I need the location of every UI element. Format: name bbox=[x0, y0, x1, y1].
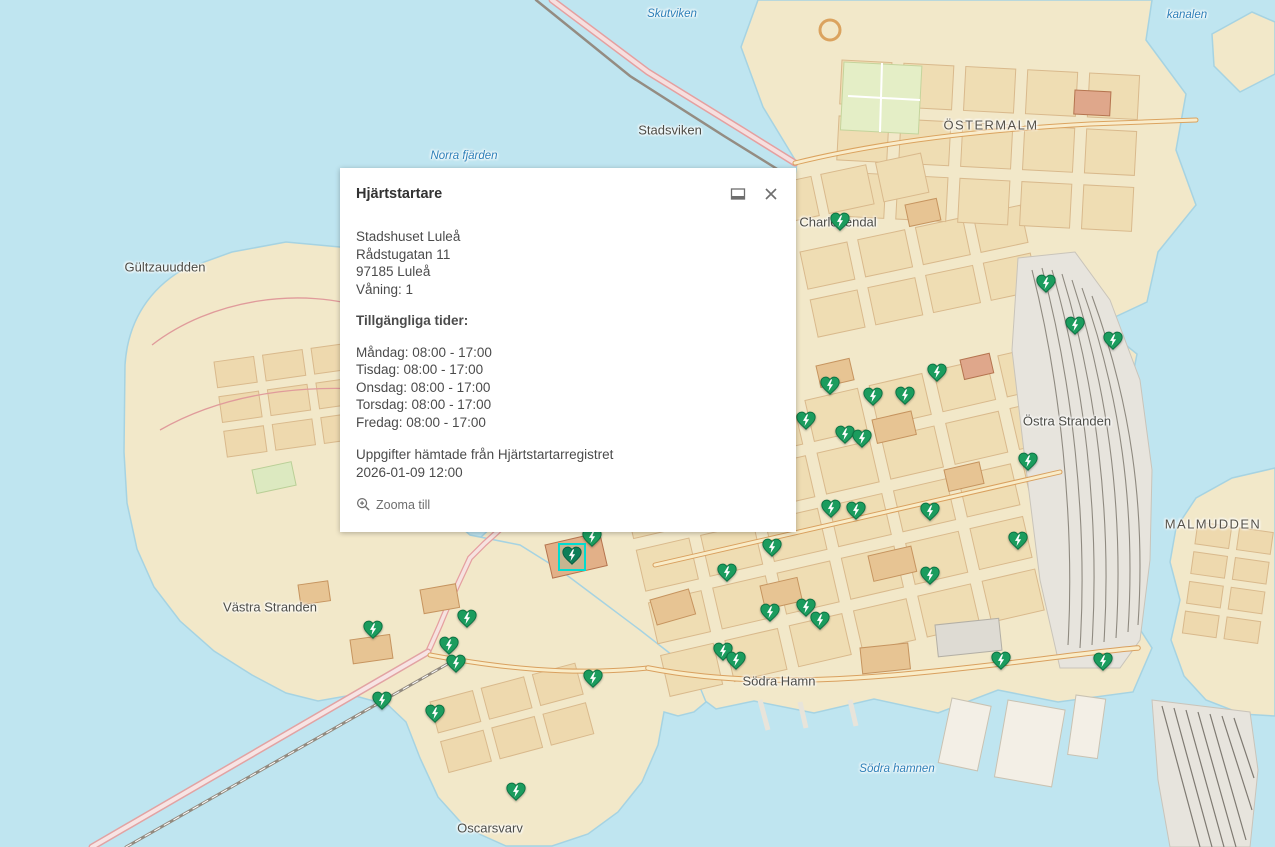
hours-line: Onsdag: 08:00 - 17:00 bbox=[356, 379, 780, 397]
heart-bolt-icon bbox=[1035, 273, 1057, 295]
popup-body: Stadshuset Luleå Rådstugatan 11 97185 Lu… bbox=[340, 210, 796, 481]
heart-bolt-icon bbox=[445, 653, 467, 675]
defibrillator-marker[interactable] bbox=[795, 410, 817, 432]
heart-bolt-icon bbox=[1007, 530, 1029, 552]
defibrillator-marker[interactable] bbox=[1064, 315, 1086, 337]
defibrillator-marker[interactable] bbox=[819, 375, 841, 397]
defibrillator-marker[interactable] bbox=[445, 653, 467, 675]
defibrillator-marker[interactable] bbox=[1102, 330, 1124, 352]
defibrillator-marker[interactable] bbox=[829, 211, 851, 233]
heart-bolt-icon bbox=[862, 386, 884, 408]
heart-bolt-icon bbox=[919, 565, 941, 587]
popup-hjartstartare: Hjärtstartare Stadshuset Luleå Råd bbox=[340, 168, 796, 532]
defibrillator-marker[interactable] bbox=[761, 537, 783, 559]
heart-bolt-icon bbox=[424, 703, 446, 725]
hours-line: Tisdag: 08:00 - 17:00 bbox=[356, 361, 780, 379]
defibrillator-marker[interactable] bbox=[919, 565, 941, 587]
defibrillator-marker[interactable] bbox=[1007, 530, 1029, 552]
defibrillator-marker[interactable] bbox=[759, 602, 781, 624]
hours-line: Måndag: 08:00 - 17:00 bbox=[356, 344, 780, 362]
heart-bolt-icon bbox=[456, 608, 478, 630]
popup-header: Hjärtstartare bbox=[340, 168, 796, 210]
map[interactable]: SkutvikenkanalenNorra fjärdenSödra hamne… bbox=[0, 0, 1275, 847]
heart-bolt-icon bbox=[845, 500, 867, 522]
heart-bolt-icon bbox=[725, 650, 747, 672]
defibrillator-marker[interactable] bbox=[851, 428, 873, 450]
heart-bolt-icon bbox=[819, 375, 841, 397]
defibrillator-marker[interactable] bbox=[1092, 651, 1114, 673]
defibrillator-marker[interactable] bbox=[820, 498, 842, 520]
heart-bolt-icon bbox=[919, 501, 941, 523]
heart-bolt-icon bbox=[795, 410, 817, 432]
heart-bolt-icon bbox=[894, 385, 916, 407]
defibrillator-marker[interactable] bbox=[371, 690, 393, 712]
hours-heading: Tillgängliga tider: bbox=[356, 312, 780, 330]
defibrillator-marker[interactable] bbox=[919, 501, 941, 523]
heart-bolt-icon bbox=[926, 362, 948, 384]
heart-bolt-icon bbox=[1064, 315, 1086, 337]
popup-title: Hjärtstartare bbox=[356, 186, 442, 202]
heart-bolt-icon bbox=[505, 781, 527, 803]
defibrillator-marker[interactable] bbox=[862, 386, 884, 408]
heart-bolt-icon bbox=[371, 690, 393, 712]
heart-bolt-icon bbox=[716, 562, 738, 584]
defibrillator-marker[interactable] bbox=[894, 385, 916, 407]
heart-bolt-icon bbox=[362, 619, 384, 641]
zoom-to-label: Zooma till bbox=[376, 498, 430, 512]
dock-icon[interactable] bbox=[726, 182, 750, 206]
defibrillator-marker[interactable] bbox=[1017, 451, 1039, 473]
hours-block: Måndag: 08:00 - 17:00 Tisdag: 08:00 - 17… bbox=[356, 344, 780, 432]
source-block: Uppgifter hämtade från Hjärtstartarregis… bbox=[356, 446, 780, 481]
heart-bolt-icon bbox=[561, 545, 583, 567]
defibrillator-marker[interactable] bbox=[809, 610, 831, 632]
zoom-to-button[interactable]: Zooma till bbox=[356, 497, 430, 512]
defibrillator-marker[interactable] bbox=[362, 619, 384, 641]
popup-footer: Zooma till bbox=[340, 481, 796, 526]
heart-bolt-icon bbox=[990, 650, 1012, 672]
magnifier-plus-icon bbox=[356, 497, 371, 512]
defibrillator-marker[interactable] bbox=[845, 500, 867, 522]
close-icon[interactable] bbox=[760, 183, 782, 205]
heart-bolt-icon bbox=[809, 610, 831, 632]
defibrillator-marker[interactable] bbox=[456, 608, 478, 630]
heart-bolt-icon bbox=[582, 668, 604, 690]
defibrillator-marker[interactable] bbox=[424, 703, 446, 725]
selected-marker[interactable] bbox=[558, 543, 586, 571]
defibrillator-marker[interactable] bbox=[716, 562, 738, 584]
source-timestamp: 2026-01-09 12:00 bbox=[356, 464, 780, 482]
defibrillator-marker[interactable] bbox=[725, 650, 747, 672]
defibrillator-marker[interactable] bbox=[926, 362, 948, 384]
address-block: Stadshuset Luleå Rådstugatan 11 97185 Lu… bbox=[356, 228, 780, 298]
defibrillator-marker[interactable] bbox=[1035, 273, 1057, 295]
heart-bolt-icon bbox=[851, 428, 873, 450]
heart-bolt-icon bbox=[1102, 330, 1124, 352]
heart-bolt-icon bbox=[759, 602, 781, 624]
heart-bolt-icon bbox=[820, 498, 842, 520]
heart-bolt-icon bbox=[829, 211, 851, 233]
heart-bolt-icon bbox=[1017, 451, 1039, 473]
defibrillator-marker[interactable] bbox=[505, 781, 527, 803]
hours-line: Torsdag: 08:00 - 17:00 bbox=[356, 396, 780, 414]
hours-line: Fredag: 08:00 - 17:00 bbox=[356, 414, 780, 432]
heart-bolt-icon bbox=[1092, 651, 1114, 673]
source-line: Uppgifter hämtade från Hjärtstartarregis… bbox=[356, 446, 780, 464]
address-line: 97185 Luleå bbox=[356, 263, 780, 281]
defibrillator-marker[interactable] bbox=[582, 668, 604, 690]
defibrillator-marker[interactable] bbox=[990, 650, 1012, 672]
heart-bolt-icon bbox=[761, 537, 783, 559]
address-line: Stadshuset Luleå bbox=[356, 228, 780, 246]
address-line: Våning: 1 bbox=[356, 281, 780, 299]
address-line: Rådstugatan 11 bbox=[356, 246, 780, 264]
